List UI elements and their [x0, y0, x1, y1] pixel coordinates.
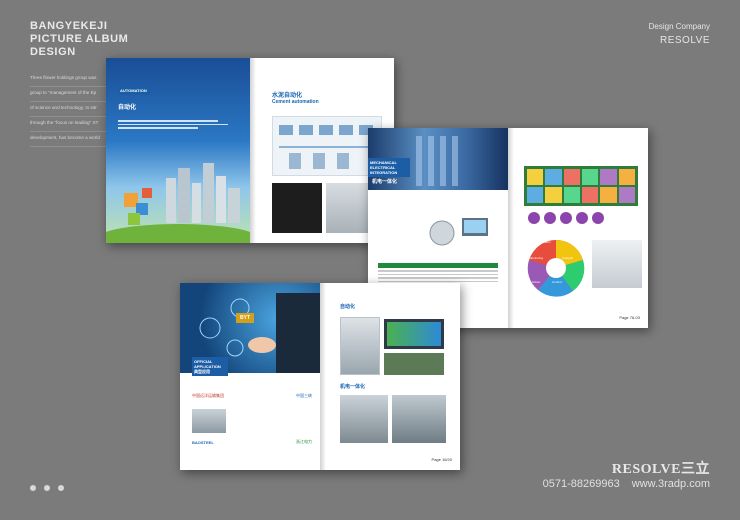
cycle-label-5: Monitoring	[529, 256, 544, 260]
spread1-diagram	[272, 116, 382, 176]
spread2-right-page: Acquisition Analysis Control Action Moni…	[514, 128, 648, 328]
machine-image	[592, 240, 642, 288]
company-label: Design Company	[648, 22, 710, 31]
album-title-line-2: PICTURE ALBUM	[30, 33, 129, 45]
intro-line-2: group to "management of the Ep	[30, 90, 97, 95]
pagination-dot-3[interactable]	[58, 485, 64, 491]
footer-phone: 0571-88269963	[542, 478, 620, 490]
spread3-right-page: 自动化 机电一体化 Page 16/20	[326, 283, 460, 470]
company-header: Design Company RESOLVE	[649, 20, 710, 48]
cycle-label-3: Control	[552, 280, 562, 284]
machine-room-image-2	[392, 395, 446, 443]
spread1-title-cn: 水泥自动化	[272, 93, 303, 99]
circuit-image	[384, 353, 444, 375]
cycle-label-1: Acquisition	[536, 240, 551, 244]
device-illustration	[424, 208, 494, 253]
spread1-tag: AUTOMATION	[118, 86, 150, 95]
cabinet-image	[340, 317, 380, 375]
intro-text: Three flower holdings group was group to…	[30, 72, 108, 147]
spread2-table	[378, 263, 498, 284]
intro-line-3: of science and technology, to intr	[30, 105, 97, 110]
byt-badge: BYT	[236, 313, 254, 323]
footer-brand-logo: RESOLVE三立	[611, 462, 710, 477]
footer-website[interactable]: www.3radp.com	[632, 478, 710, 490]
client-3: BAOSTEEL	[192, 439, 214, 445]
pagination-dot-1[interactable]	[30, 485, 36, 491]
spread3-tag: OFFICIAL APPLICATION 典型应用	[192, 357, 228, 376]
spread1-text-block	[118, 118, 238, 131]
brochure-spread-1: AUTOMATION 自动化 水泥自动化 Cement automation	[106, 58, 394, 243]
spread3-right-subtitle: 机电一体化	[340, 384, 366, 390]
spread1-left-page: AUTOMATION 自动化	[106, 58, 250, 243]
intro-line-1: Three flower holdings group was	[30, 75, 97, 80]
process-arrows	[528, 212, 604, 224]
spread1-tag-cn: 自动化	[118, 105, 137, 111]
album-title: BANGYEKEJI PICTURE ALBUM DESIGN	[30, 20, 128, 59]
machine-room-image-1	[340, 395, 388, 443]
spread1-right-title: 水泥自动化 Cement automation	[272, 90, 319, 105]
spread2-tag-cn: 机电一体化	[372, 179, 398, 185]
pagination-dots[interactable]	[30, 485, 64, 491]
spread1-dark-image	[272, 183, 322, 233]
client-1: 中国远洋运输集团	[192, 393, 224, 398]
client-list: 中国远洋运输集团 中国三峡 BAOSTEEL 浙江电力	[192, 393, 312, 445]
intro-line-4: through the "focus on leading" ST	[30, 120, 99, 125]
footer-contact: 0571-88269963 www.3radp.com	[543, 478, 710, 490]
spread1-tag-en: AUTOMATION	[120, 88, 147, 93]
spread3-page-label: Page 16/20	[431, 457, 452, 462]
brochure-spread-3: BYT OFFICIAL APPLICATION 典型应用 中国远洋运输集团 中…	[180, 283, 460, 470]
intro-line-5: development, has become a world	[30, 135, 100, 140]
spread2-tag-en: MECHANICAL ELECTRICAL INTEGRATION	[370, 160, 398, 175]
company-name: RESOLVE	[660, 35, 710, 46]
pagination-dot-2[interactable]	[44, 485, 50, 491]
spread3-tag-cn: 典型应用	[194, 369, 210, 374]
color-grid	[524, 166, 638, 206]
bridge-image	[192, 409, 226, 433]
spread3-tag-en: OFFICIAL APPLICATION	[194, 359, 221, 369]
cycle-diagram	[527, 239, 585, 297]
cycle-label-2: Analysis	[562, 256, 574, 260]
city-skyline-illustration	[106, 163, 250, 243]
spread2-page-label: Page 76-03	[619, 315, 640, 320]
spread1-title-en: Cement automation	[272, 99, 319, 105]
client-2: 中国三峡	[296, 393, 312, 398]
spread3-left-page: BYT OFFICIAL APPLICATION 典型应用 中国远洋运输集团 中…	[180, 283, 320, 470]
album-title-line-1: BANGYEKEJI	[30, 20, 108, 32]
byt-badge-label: BYT	[240, 315, 250, 321]
spread3-right-title: 自动化	[340, 304, 356, 310]
spread2-tag: MECHANICAL ELECTRICAL INTEGRATION	[368, 158, 410, 177]
client-4: 浙江电力	[296, 439, 312, 444]
cycle-label-4: Action	[532, 280, 541, 284]
monitor-image	[384, 319, 444, 349]
